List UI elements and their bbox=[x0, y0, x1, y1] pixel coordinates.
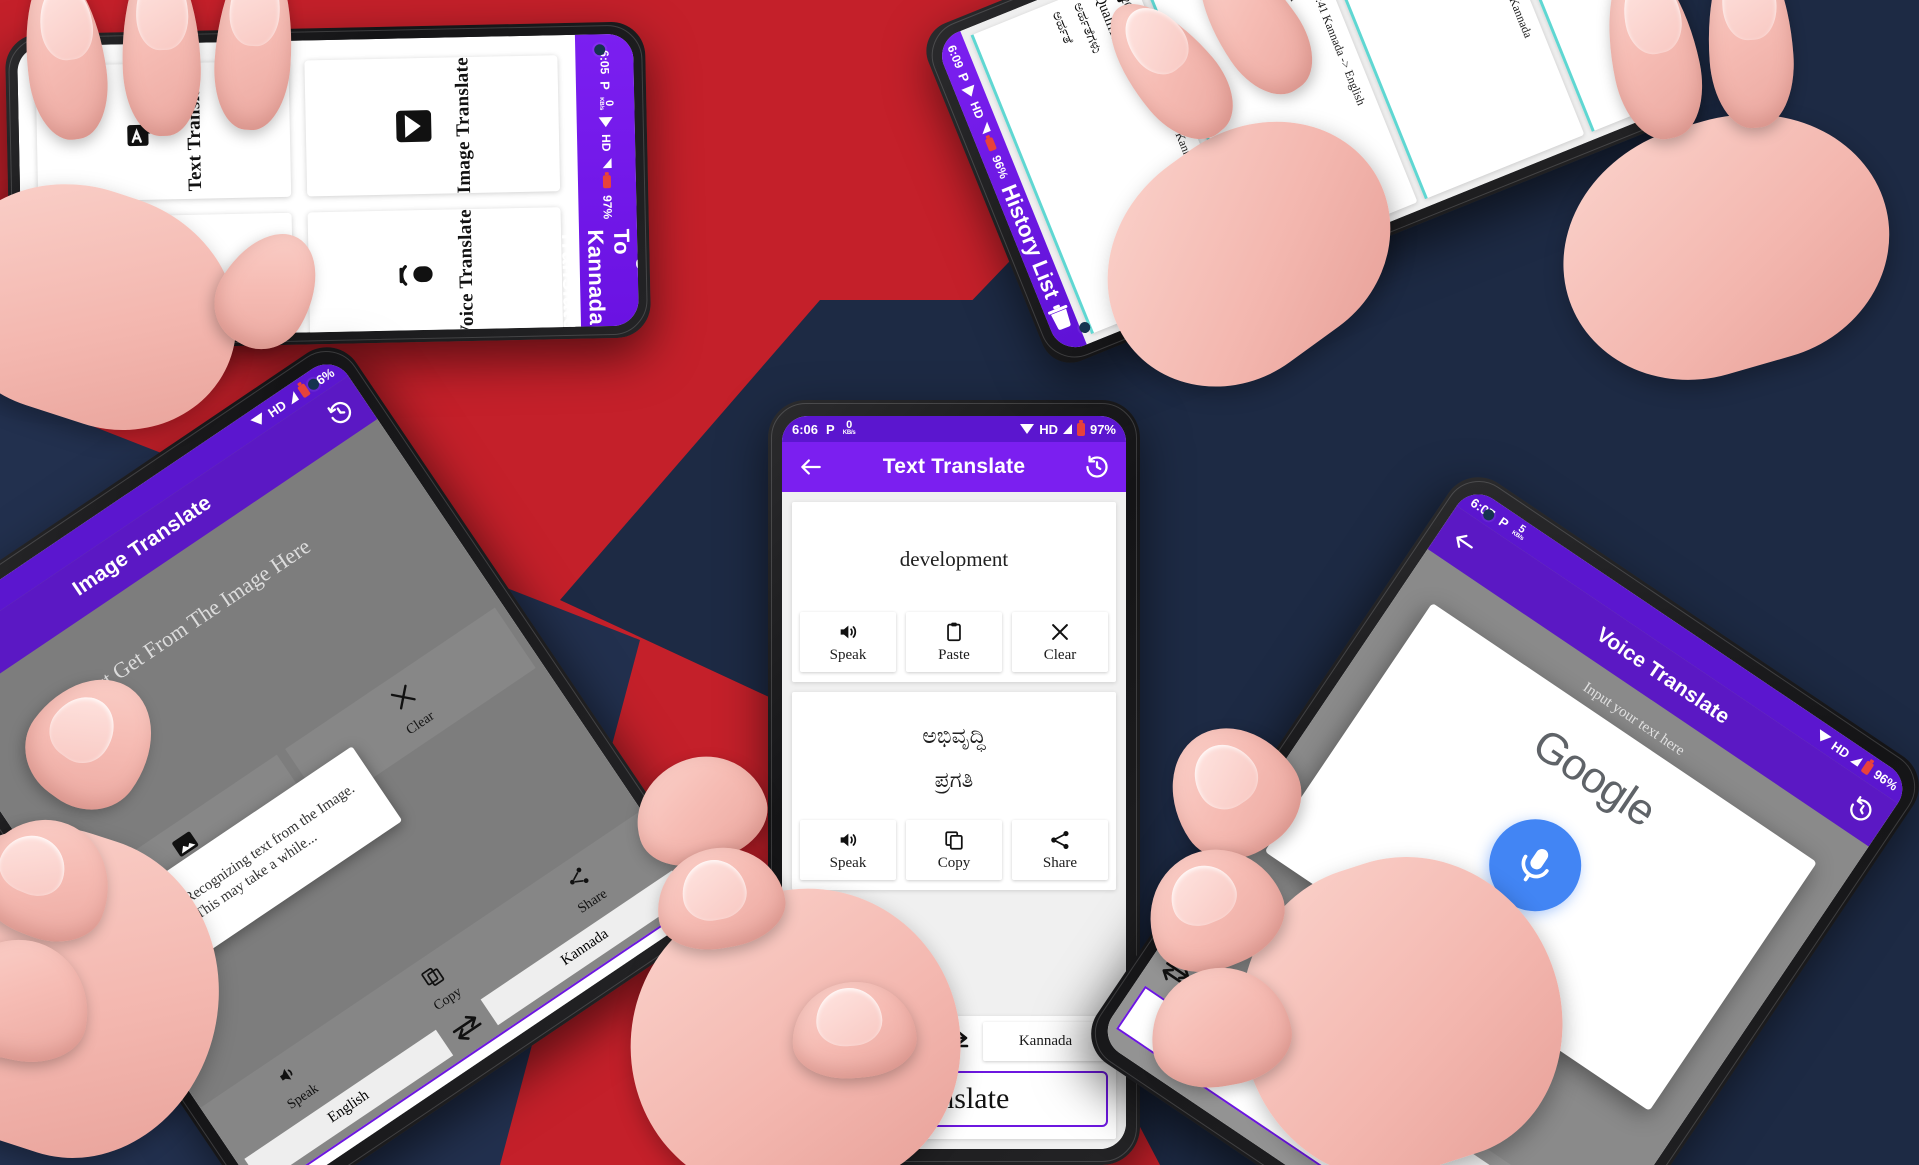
menu-tile-label: Voice Translate bbox=[454, 209, 478, 339]
app-title: English To Kannada Translator bbox=[556, 228, 639, 339]
network-type: HD bbox=[264, 396, 289, 420]
data-rate: 0 KB/s bbox=[597, 96, 616, 110]
button-label: Copy bbox=[937, 855, 971, 871]
signal-icon bbox=[1849, 753, 1864, 767]
wifi-icon bbox=[1020, 424, 1035, 434]
close-x-icon bbox=[385, 679, 424, 719]
data-saver-icon: P bbox=[826, 421, 835, 437]
target-card: ಅಭಿವೃದ್ಧಿ ಪ್ರಗತಿ Speak Copy Share bbox=[792, 692, 1116, 890]
microphone-icon bbox=[393, 252, 440, 299]
wifi-icon bbox=[961, 84, 978, 99]
close-x-icon bbox=[1049, 621, 1071, 643]
swap-arrows-icon[interactable] bbox=[1153, 953, 1199, 996]
button-label: Clear bbox=[1043, 647, 1077, 663]
menu-tile-text-translate[interactable]: Text Translate bbox=[35, 60, 292, 203]
history-icon[interactable] bbox=[320, 392, 362, 434]
signal-icon bbox=[1062, 424, 1072, 434]
button-label: Speak bbox=[829, 855, 867, 871]
data-rate: 0 KB/s bbox=[842, 419, 856, 437]
source-actions: Speak Paste Clear bbox=[792, 606, 1116, 682]
app-toolbar: Text Translate bbox=[782, 442, 1126, 492]
phone-menu-screen: Text Translate Image Translate Rate Us V… bbox=[4, 21, 652, 351]
share-icon bbox=[1049, 829, 1071, 851]
wifi-icon bbox=[1814, 729, 1832, 746]
history-icon[interactable] bbox=[1082, 452, 1112, 482]
status-time: 6:09 bbox=[944, 42, 967, 71]
battery-icon bbox=[984, 136, 998, 152]
menu-tile-label: Text Translate bbox=[182, 70, 206, 192]
phone-text-translate: 6:06 P 0 KB/s HD 97% Text Translate deve… bbox=[768, 400, 1140, 1165]
target-text: ಅಭಿವೃದ್ಧಿ ಪ್ರಗತಿ bbox=[792, 692, 1116, 814]
target-line-1: ಅಭಿವೃದ್ಧಿ bbox=[922, 723, 986, 748]
signal-icon bbox=[285, 391, 300, 405]
translate-button[interactable]: Translate bbox=[800, 1071, 1108, 1127]
copy-button[interactable]: Copy bbox=[906, 820, 1002, 880]
text-translate-icon bbox=[121, 108, 168, 155]
language-row: English Kannada bbox=[792, 1016, 1116, 1061]
source-text[interactable]: development bbox=[792, 502, 1116, 606]
network-type: HD bbox=[598, 133, 614, 152]
speaker-icon bbox=[837, 829, 859, 851]
network-type: HD bbox=[967, 99, 987, 121]
menu-tile-voice-translate[interactable]: Voice Translate bbox=[307, 207, 564, 339]
copy-icon bbox=[943, 829, 965, 851]
battery-percent: 97% bbox=[600, 194, 615, 220]
speak-button-target[interactable]: Speak bbox=[800, 820, 896, 880]
network-type: HD bbox=[1828, 737, 1853, 761]
status-time: 6:06 bbox=[792, 421, 819, 437]
wifi-icon bbox=[250, 412, 268, 429]
menu-screen: Text Translate Image Translate Rate Us V… bbox=[17, 33, 639, 339]
data-saver-icon: P bbox=[955, 70, 973, 85]
loading-spinner bbox=[128, 897, 193, 962]
microphone-icon[interactable] bbox=[1471, 801, 1600, 930]
clear-button[interactable]: Clear bbox=[1012, 612, 1108, 672]
speak-button-source[interactable]: Speak bbox=[800, 612, 896, 672]
status-bar-vertical: 6:05 P 0 KB/s HD 97% bbox=[596, 44, 615, 219]
paste-button[interactable]: Paste bbox=[906, 612, 1002, 672]
button-label: Share bbox=[1042, 855, 1078, 871]
network-type: HD bbox=[1039, 421, 1058, 437]
data-saver-icon: P bbox=[1496, 513, 1512, 531]
back-arrow-icon[interactable] bbox=[1444, 522, 1486, 564]
target-actions: Speak Copy Share bbox=[792, 814, 1116, 890]
star-icon bbox=[124, 257, 171, 304]
menu-tile-rate-us[interactable]: Rate Us bbox=[38, 213, 295, 339]
share-button[interactable]: Share bbox=[1012, 820, 1108, 880]
language-and-translate-card: English Kannada Translate bbox=[792, 1016, 1116, 1139]
battery-icon bbox=[1860, 759, 1875, 776]
image-translate-icon bbox=[390, 103, 437, 150]
button-label: Paste bbox=[938, 647, 970, 663]
source-language-selector[interactable]: English bbox=[800, 1022, 925, 1061]
history-item-target-2: ಅದ್ಭುತವಾದ bbox=[1548, 0, 1676, 93]
source-card: development Speak Paste Clear bbox=[792, 502, 1116, 682]
target-language-selector[interactable]: Kannada bbox=[983, 1022, 1108, 1061]
back-arrow-icon[interactable] bbox=[796, 452, 826, 482]
translate-body: development Speak Paste Clear ಅಭಿವೃದ್ಧಿ … bbox=[782, 492, 1126, 1149]
button-label: Speak bbox=[829, 647, 867, 663]
menu-toolbar-vertical: 6:05 P 0 KB/s HD 97% English To Kannada T… bbox=[557, 33, 639, 338]
status-bar: 6:06 P 0 KB/s HD 97% bbox=[782, 416, 1126, 442]
history-icon[interactable] bbox=[1840, 789, 1882, 831]
battery-percent: 97% bbox=[1089, 421, 1116, 437]
data-saver-icon: P bbox=[597, 81, 613, 91]
target-line-2: ಪ್ರಗತಿ bbox=[934, 767, 974, 792]
data-rate: 5 KB/s bbox=[1510, 522, 1528, 543]
battery-icon bbox=[602, 174, 612, 189]
signal-icon bbox=[978, 121, 991, 135]
signal-icon bbox=[601, 157, 612, 169]
speaker-icon bbox=[837, 621, 859, 643]
battery-icon bbox=[1076, 419, 1085, 436]
wifi-icon bbox=[598, 116, 613, 127]
page-title: Text Translate bbox=[882, 455, 1026, 478]
swap-arrows-icon[interactable] bbox=[935, 1029, 973, 1055]
clipboard-icon bbox=[943, 621, 965, 643]
menu-tile-label: Rate Us bbox=[185, 246, 209, 313]
menu-tile-image-translate[interactable]: Image Translate bbox=[304, 55, 561, 197]
battery-percent: 96% bbox=[989, 153, 1012, 181]
menu-tile-label: Image Translate bbox=[450, 56, 475, 194]
menu-grid: Text Translate Image Translate Rate Us V… bbox=[17, 35, 581, 339]
